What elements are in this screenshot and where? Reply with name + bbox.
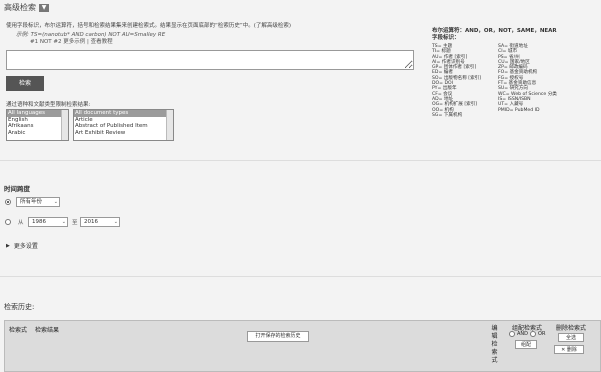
chevron-down-icon: ⌄ [113, 219, 118, 225]
all-years-value: 所有年份 [20, 199, 43, 205]
all-years-radio[interactable] [5, 199, 11, 205]
and-radio[interactable] [509, 331, 515, 337]
select-all-button[interactable]: 全选 [558, 333, 584, 342]
custom-range-radio[interactable] [5, 219, 11, 225]
more-settings-label: 更多设置 [13, 243, 38, 250]
search-button[interactable]: 检索 [6, 76, 44, 91]
history-table: 检索式 检索结果 打开保存的检索历史 编辑检索式 组配检索式 AND OR 组配… [4, 320, 601, 372]
field-tags-label: 字段标识： [432, 35, 460, 41]
from-label: 从 [18, 220, 24, 226]
page-title: 高级检索 [4, 3, 36, 12]
col-query-header: 检索式 [9, 327, 28, 334]
field-tag-list-left: TS= 主题 TI= 标题 AU= 作者 [索引] AI= 作者识别号 GP= … [432, 44, 492, 118]
chevron-down-icon: ⌄ [61, 219, 66, 225]
page-header: 高级检索 ▼ [4, 2, 49, 13]
all-years-select[interactable]: 所有年份 ⌄ [16, 197, 60, 207]
from-year-select[interactable]: 1986 ⌄ [28, 217, 68, 227]
operators-panel: 布尔运算符：AND，OR，NOT，SAME，NEAR 字段标识： TS= 主题 … [432, 28, 582, 118]
timespan-title: 时间跨度 [4, 185, 30, 193]
query-input[interactable] [6, 50, 414, 70]
field-tag: SG= 下属机构 [432, 112, 463, 118]
triangle-right-icon: ▶ [6, 242, 10, 249]
or-label: OR [538, 331, 546, 337]
open-saved-history-button[interactable]: 打开保存的检索历史 [247, 331, 309, 342]
combine-options: AND OR [509, 331, 545, 337]
listbox-scrollbar[interactable] [166, 110, 173, 140]
col-results-header: 检索结果 [35, 327, 60, 334]
chevron-down-icon: ⌄ [53, 199, 58, 205]
to-label: 至 [72, 220, 78, 226]
boolean-operators-label: 布尔运算符：AND，OR，NOT，SAME，NEAR [432, 28, 557, 34]
combine-button[interactable]: 组配 [515, 340, 537, 349]
example-line-2[interactable]: #1 NOT #2 更多示例 | 查看教程 [30, 37, 113, 45]
from-year-value: 1986 [32, 219, 46, 225]
delete-title: 删除检索式 [555, 325, 586, 332]
or-radio[interactable] [530, 331, 537, 337]
instructions-text: 使用字段标识，布尔运算符，括号和检索结果集来创建检索式。结果显示在页面底部的“检… [6, 23, 291, 29]
language-listbox[interactable]: All languages English Afrikaans Arabic [6, 109, 69, 141]
divider [0, 160, 601, 161]
language-option[interactable]: Arabic [7, 130, 68, 137]
limits-label: 通过语种和文献类型限制检索结果: [6, 102, 91, 108]
doc-type-listbox[interactable]: All document types Article Abstract of P… [73, 109, 174, 141]
doc-type-option[interactable]: Art Exhibit Review [74, 130, 173, 137]
and-label: AND [517, 331, 529, 337]
history-title: 检索历史: [4, 303, 35, 311]
example-label: 示例 [16, 32, 28, 38]
divider [0, 276, 601, 277]
listbox-scrollbar[interactable] [61, 110, 68, 140]
to-year-value: 2016 [84, 219, 98, 225]
more-settings-toggle[interactable]: ▶ 更多设置 [6, 241, 38, 251]
chevron-down-icon[interactable]: ▼ [39, 3, 49, 12]
delete-button[interactable]: ✕ 删除 [554, 345, 584, 354]
to-year-select[interactable]: 2016 ⌄ [80, 217, 120, 227]
field-tag: PMID= PubMed ID [498, 107, 540, 113]
col-edit-header: 编辑检索式 [491, 325, 498, 364]
field-tag-list-right: SA= 街道地址 CI= 城市 PS= 省/州 CU= 国家/地区 ZP= 邮政… [498, 44, 578, 118]
